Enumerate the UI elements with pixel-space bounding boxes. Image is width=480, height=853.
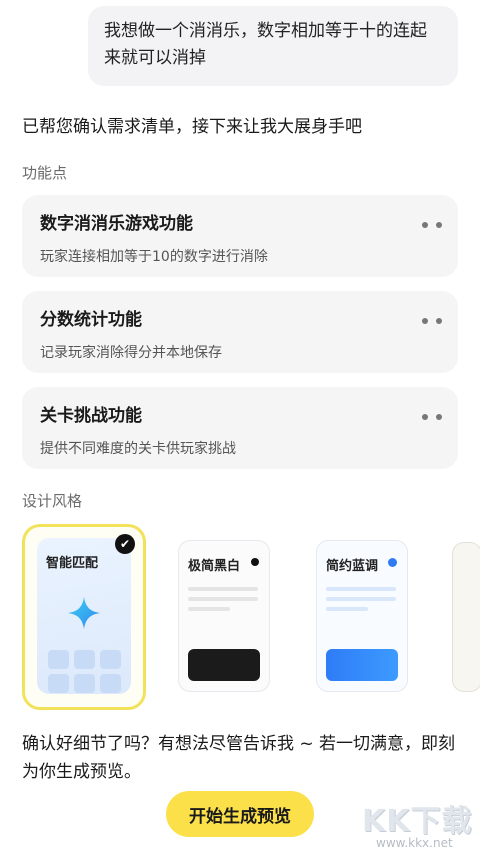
preview-button-shape: [326, 649, 398, 681]
feature-description: 提供不同难度的关卡供玩家挑战: [40, 441, 236, 457]
feature-description: 玩家连接相加等于10的数字进行消除: [40, 249, 268, 265]
style-preview-thumbnail: 极简黑白: [178, 540, 270, 692]
feature-card[interactable]: 分数统计功能 记录玩家消除得分并本地保存: [22, 291, 458, 373]
more-options-icon[interactable]: [422, 413, 442, 421]
start-preview-button[interactable]: 开始生成预览: [166, 791, 314, 837]
watermark-url: www.kkx.net: [376, 836, 453, 850]
tile-grid-preview: [48, 650, 121, 693]
user-message-text: 我想做一个消消乐，数字相加等于十的连起来就可以消掉: [104, 21, 427, 68]
more-options-icon[interactable]: [422, 317, 442, 325]
color-dot-icon: [388, 558, 397, 567]
check-icon: ✔: [115, 534, 135, 554]
feature-card[interactable]: 数字消消乐游戏功能 玩家连接相加等于10的数字进行消除: [22, 195, 458, 277]
chat-page: 我想做一个消消乐，数字相加等于十的连起来就可以消掉 已帮您确认需求清单，接下来让…: [0, 0, 480, 853]
feature-title: 数字消消乐游戏功能: [40, 214, 193, 234]
style-preview-thumbnail: 智能匹配: [37, 538, 131, 694]
feature-title: 关卡挑战功能: [40, 406, 142, 426]
style-option-label: 简约蓝调: [326, 559, 379, 574]
preview-button-shape: [188, 649, 260, 681]
style-preview-thumbnail: [452, 542, 480, 692]
style-option-label: 极简黑白: [188, 559, 241, 574]
confirm-prompt-text: 确认好细节了吗？有想法尽管告诉我 ~ 若一切满意，即刻为你生成预览。: [22, 734, 456, 782]
style-option-label: 智能匹配: [46, 556, 99, 571]
watermark-logo-text: KK下载: [362, 804, 473, 839]
design-style-section-title: 设计风格: [22, 492, 83, 510]
design-style-carousel[interactable]: 智能匹配 ✔ 极简黑白 简约蓝调: [0, 522, 480, 712]
assistant-intro-text: 已帮您确认需求清单，接下来让我大展身手吧: [22, 117, 362, 137]
sparkle-icon: [68, 597, 100, 629]
more-options-icon[interactable]: [422, 221, 442, 229]
user-message-bubble: 我想做一个消消乐，数字相加等于十的连起来就可以消掉: [88, 6, 458, 86]
style-preview-thumbnail: 简约蓝调: [316, 540, 408, 692]
feature-title: 分数统计功能: [40, 310, 142, 330]
feature-card[interactable]: 关卡挑战功能 提供不同难度的关卡供玩家挑战: [22, 387, 458, 469]
watermark-logo: KK下载 www.kkx.net: [362, 796, 478, 852]
features-section-title: 功能点: [22, 164, 68, 182]
feature-description: 记录玩家消除得分并本地保存: [40, 345, 222, 361]
color-dot-icon: [251, 558, 259, 566]
